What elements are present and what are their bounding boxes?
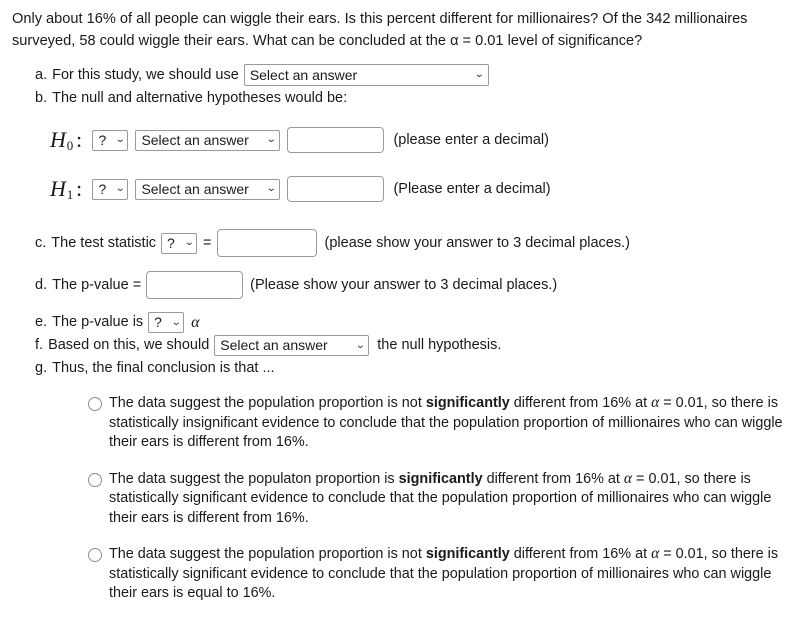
alt-hypothesis-operator-select[interactable]: Select an answer ⌄ (135, 178, 281, 200)
option-emphasis: significantly (398, 470, 483, 487)
p-value-comparison-select[interactable]: ? ⌄ (148, 312, 185, 333)
equals-sign: = (203, 234, 212, 251)
chevron-down-icon: ⌄ (265, 183, 277, 194)
chevron-down-icon: ⌄ (354, 339, 366, 351)
part-e-row: e. The p-value is ? ⌄ α (35, 312, 786, 333)
chevron-down-icon: ⌄ (114, 183, 126, 194)
study-type-select-value: Select an answer (249, 66, 358, 83)
chevron-down-icon: ⌄ (183, 237, 195, 248)
part-b-text: The null and alternative hypotheses woul… (52, 90, 348, 106)
null-hypothesis-label: H0: (50, 127, 82, 153)
part-d-text: The p-value = (52, 276, 142, 293)
p-value-input[interactable] (146, 271, 244, 299)
option-emphasis: significantly (425, 395, 510, 411)
part-c-note: (please show your answer to 3 decimal pl… (324, 234, 630, 251)
radio-button[interactable] (88, 472, 102, 487)
part-f-text-before: Based on this, we should (48, 337, 210, 353)
test-statistic-input[interactable] (216, 229, 317, 257)
part-f-text-after: the null hypothesis. (377, 337, 502, 353)
option-seg2: different from 16% at (509, 395, 652, 411)
null-operator-value: Select an answer (141, 131, 249, 148)
option-seg2: different from 16% at (509, 546, 652, 562)
part-a-row: a. For this study, we should use Select … (35, 64, 786, 86)
conclusion-option-1[interactable]: The data suggest the population proporti… (88, 393, 786, 453)
part-d-letter: d. (35, 276, 48, 293)
h-subscript: 1 (66, 187, 74, 202)
alt-operator-value: Select an answer (141, 180, 249, 197)
chevron-down-icon: ⌄ (265, 134, 277, 145)
alt-parameter-value: ? (98, 180, 107, 197)
part-c-letter: c. (35, 234, 47, 251)
alt-hypothesis-value-input[interactable] (287, 176, 385, 202)
part-g-text: Thus, the final conclusion is that ... (52, 360, 275, 376)
part-e-letter: e. (35, 314, 48, 330)
part-b-row: b. The null and alternative hypotheses w… (35, 88, 786, 109)
null-hypothesis-operator-select[interactable]: Select an answer ⌄ (135, 129, 281, 151)
conclusion-option-2-text: The data suggest the populaton proportio… (109, 469, 786, 529)
alt-hypothesis-parameter-select[interactable]: ? ⌄ (92, 178, 129, 200)
null-hypothesis-value-input[interactable] (287, 127, 385, 153)
alpha-symbol: α (191, 314, 200, 331)
h-colon: : (76, 176, 83, 201)
part-d-row: d. The p-value = (Please show your answe… (35, 271, 786, 299)
option-seg1: The data suggest the population proporti… (109, 546, 426, 562)
radio-button[interactable] (88, 397, 102, 411)
part-f-row: f. Based on this, we should Select an an… (35, 335, 786, 356)
study-type-select[interactable]: Select an answer ⌄ (243, 64, 489, 86)
option-seg2: different from 16% at (482, 470, 624, 487)
part-c-text: The test statistic (51, 234, 157, 251)
part-e-text: The p-value is (52, 314, 144, 330)
conclusion-option-2[interactable]: The data suggest the populaton proportio… (88, 469, 786, 529)
part-c-row: c. The test statistic ? ⌄ = (please show… (35, 229, 786, 257)
alt-hypothesis-label: H1: (50, 176, 82, 202)
alpha-symbol: α (623, 469, 633, 487)
null-hypothesis-row: H0: ? ⌄ Select an answer ⌄ (please enter… (50, 127, 786, 153)
radio-button[interactable] (88, 548, 102, 562)
chevron-down-icon: ⌄ (114, 134, 126, 145)
chevron-down-icon: ⌄ (474, 69, 485, 80)
h-symbol: H (50, 176, 67, 201)
alt-hypothesis-note: (Please enter a decimal) (393, 181, 551, 197)
h-symbol: H (50, 127, 67, 152)
conclusion-option-1-text: The data suggest the population proporti… (109, 393, 786, 453)
conclusion-option-3-text: The data suggest the population proporti… (109, 544, 786, 604)
chevron-down-icon: ⌄ (170, 316, 182, 328)
h-subscript: 0 (66, 138, 74, 153)
worksheet-page: Only about 16% of all people can wiggle … (0, 0, 800, 604)
conclusion-option-3[interactable]: The data suggest the population proporti… (88, 544, 786, 604)
null-hypothesis-parameter-select[interactable]: ? ⌄ (92, 129, 129, 151)
part-a-text: For this study, we should use (52, 66, 239, 83)
part-g-letter: g. (35, 360, 48, 376)
decision-select[interactable]: Select an answer ⌄ (214, 335, 370, 356)
option-seg1: The data suggest the population proporti… (109, 395, 426, 411)
option-emphasis: significantly (425, 546, 510, 562)
null-parameter-value: ? (98, 131, 107, 148)
test-statistic-value: ? (167, 234, 175, 251)
h-colon: : (76, 127, 83, 152)
test-statistic-select[interactable]: ? ⌄ (161, 232, 198, 254)
conclusion-options: The data suggest the population proporti… (12, 393, 786, 604)
null-hypothesis-note: (please enter a decimal) (393, 132, 549, 148)
part-a-letter: a. (35, 66, 48, 83)
option-seg1: The data suggest the populaton proportio… (109, 470, 399, 487)
part-g-row: g. Thus, the final conclusion is that ..… (35, 358, 786, 379)
part-f-letter: f. (35, 337, 44, 353)
decision-value: Select an answer (220, 337, 328, 353)
part-b-letter: b. (35, 90, 48, 106)
alt-hypothesis-row: H1: ? ⌄ Select an answer ⌄ (Please enter… (50, 176, 786, 202)
p-value-comparison-value: ? (154, 314, 162, 330)
part-d-note: (Please show your answer to 3 decimal pl… (250, 276, 558, 293)
problem-statement: Only about 16% of all people can wiggle … (12, 11, 748, 49)
